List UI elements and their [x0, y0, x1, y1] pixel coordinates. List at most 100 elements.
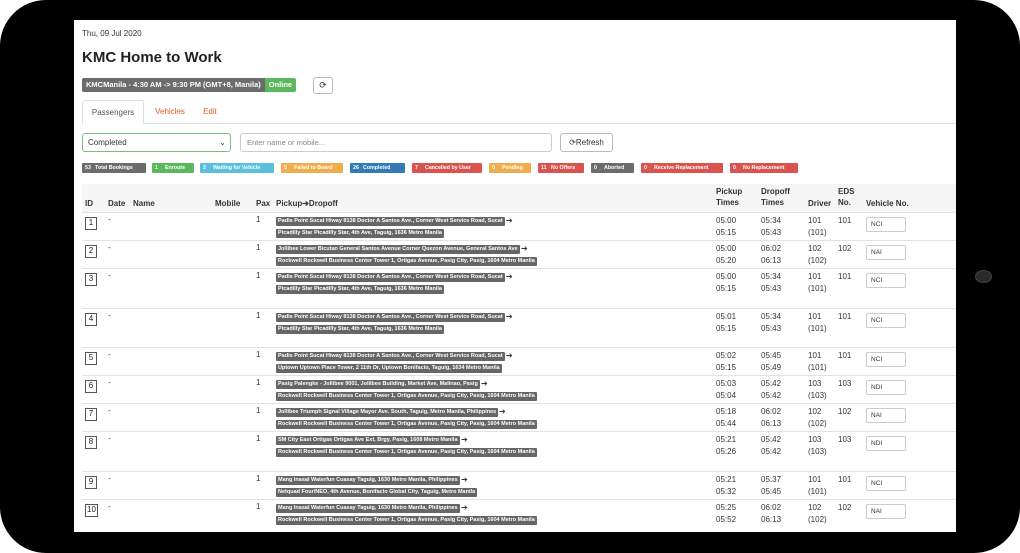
vehicle-number-input[interactable]: NAI	[866, 245, 906, 260]
pickup-time-start: 05:00	[716, 272, 737, 281]
booking-id-link[interactable]: 4	[85, 313, 97, 326]
dropoff-time-end: 05:43	[761, 324, 782, 333]
arrow-right-icon: ➔	[499, 407, 506, 416]
vehicle-number-input[interactable]: NCI	[866, 273, 906, 288]
booking-id-link[interactable]: 9	[85, 476, 97, 489]
badge-count: 53	[85, 165, 91, 171]
pickup-time-start: 05:00	[716, 216, 737, 225]
row-pax: 1	[256, 215, 261, 224]
col-date: Date	[108, 199, 126, 208]
vehicle-number-input[interactable]: NAI	[866, 504, 906, 519]
status-badge: 11 No Offers	[538, 163, 584, 173]
vehicle-number-input[interactable]: NCI	[866, 217, 906, 232]
badge-count: 0	[594, 165, 597, 171]
sync-button[interactable]: ⟳	[313, 77, 333, 94]
badge-label: Cancelled by User	[425, 165, 471, 171]
pickup-time-start: 05:02	[716, 351, 737, 360]
dropoff-time-end: 05:42	[761, 391, 782, 400]
refresh-button[interactable]: ⟳Refresh	[560, 133, 613, 152]
shift-info: KMCManila - 4:30 AM -> 9:30 PM (GMT+8, M…	[82, 78, 297, 92]
pickup-location-badge: Padis Point Sucat Hiway 8138 Doctor A Sa…	[276, 273, 505, 282]
tab-vehicles[interactable]: Vehicles	[152, 100, 188, 124]
refresh-icon: ⟳	[319, 80, 327, 90]
badge-label: Waiting for Vehicle	[213, 165, 261, 171]
booking-id-link[interactable]: 5	[85, 352, 97, 365]
row-pax: 1	[256, 378, 261, 387]
booking-id-link[interactable]: 1	[85, 217, 97, 230]
status-badge: Online	[264, 78, 297, 92]
table-row: 6 - 1 Pasig Palengke - Jollibee 9001, Jolli…	[82, 375, 956, 403]
dropoff-time-end: 06:13	[761, 515, 782, 524]
pickup-location-badge: Pasig Palengke - Jollibee 9001, Jollibee…	[276, 380, 480, 389]
badge-count: 26	[353, 165, 359, 171]
badge-count: 0	[644, 165, 647, 171]
vehicle-number-input[interactable]: NCI	[866, 476, 906, 491]
pickup-time-end: 05:15	[716, 324, 737, 333]
pickup-location-badge: Padis Point Sucat Hiway 8138 Doctor A Sa…	[276, 217, 505, 226]
booking-id-link[interactable]: 8	[85, 436, 97, 449]
pickup-time-end: 05:04	[716, 391, 737, 400]
row-pax: 1	[256, 502, 261, 511]
arrow-right-icon: ➔	[461, 435, 468, 444]
vehicle-number-input[interactable]: NCI	[866, 352, 906, 367]
tab-edit[interactable]: Edit	[200, 100, 220, 124]
driver-code: (101)	[808, 324, 827, 333]
table-row: 3 - 1 Padis Point Sucat Hiway 8138 Doctor A…	[82, 268, 956, 308]
driver-code: (102)	[808, 256, 827, 265]
pickup-location-badge: Padis Point Sucat Hiway 8138 Doctor A Sa…	[276, 313, 505, 322]
dropoff-time-start: 06:02	[761, 244, 782, 253]
booking-id-link[interactable]: 6	[85, 380, 97, 393]
status-badge: 0 Aborted	[591, 163, 634, 173]
col-dropoff-times: Dropoff Times	[761, 187, 790, 207]
badge-count: 11	[541, 165, 547, 171]
row-pax: 1	[256, 243, 261, 252]
pickup-location-badge: SM City East Ortigas Ortigas Ave Ext, Br…	[276, 436, 460, 445]
row-date: -	[108, 215, 111, 224]
row-pax: 1	[256, 271, 261, 280]
table-row: 8 - 1 SM City East Ortigas Ortigas Ave Ext,…	[82, 431, 956, 471]
dropoff-time-end: 06:13	[761, 256, 782, 265]
dropoff-location-badge: Rockwell Rockwell Business Center Tower …	[276, 420, 537, 429]
page-date: Thu, 09 Jul 2020	[82, 29, 142, 38]
booking-id-link[interactable]: 7	[85, 408, 97, 421]
pickup-location-badge: Padis Point Sucat Hiway 8138 Doctor A Sa…	[276, 352, 505, 361]
tab-passengers[interactable]: Passengers	[82, 100, 144, 124]
status-badge: 53 Total Bookings	[82, 163, 146, 173]
driver-number: 103	[808, 435, 822, 444]
dropoff-location-badge: Netquad Four/NEO, 4th Avenue, Bonifacio …	[276, 488, 478, 497]
search-input[interactable]: Enter name or mobile...	[240, 133, 552, 152]
table-row: 7 - 1 Jollibee Triumph Signal Village Mayor…	[82, 403, 956, 431]
vehicle-number-input[interactable]: NCI	[866, 313, 906, 328]
badge-label: No Replacement	[743, 165, 785, 171]
col-id: ID	[85, 199, 93, 208]
row-pax: 1	[256, 311, 261, 320]
vehicle-number-input[interactable]: NAI	[866, 408, 906, 423]
vehicle-number-input[interactable]: NDI	[866, 380, 906, 395]
app-screen: Thu, 09 Jul 2020 KMC Home to Work KMCMan…	[74, 20, 956, 532]
status-badge: 5 Failed to Board	[281, 163, 343, 173]
booking-id-link[interactable]: 3	[85, 273, 97, 286]
row-date: -	[108, 474, 111, 483]
badge-count: 1	[155, 165, 158, 171]
row-date: -	[108, 311, 111, 320]
arrow-right-icon: ➔	[506, 312, 513, 321]
pickup-location-badge: Mang Inasal Waterfun Cuasay Taguig, 1630…	[276, 504, 460, 513]
driver-number: 101	[808, 351, 822, 360]
badge-label: Failed to Board	[294, 165, 333, 171]
booking-id-link[interactable]: 2	[85, 245, 97, 258]
dropoff-time-end: 05:43	[761, 228, 782, 237]
eds-number: 103	[838, 379, 852, 388]
driver-code: (101)	[808, 363, 827, 372]
eds-number: 101	[838, 475, 852, 484]
status-badge: 26 Completed	[350, 163, 405, 173]
driver-number: 101	[808, 312, 822, 321]
booking-id-link[interactable]: 10	[85, 504, 98, 517]
vehicle-number-input[interactable]: NDI	[866, 436, 906, 451]
shift-label: KMCManila - 4:30 AM -> 9:30 PM (GMT+8, M…	[82, 78, 265, 92]
status-filter-select[interactable]: Completed ⌄	[82, 133, 231, 152]
eds-number: 102	[838, 407, 852, 416]
driver-number: 102	[808, 407, 822, 416]
status-badge: 1 Enroute	[152, 163, 194, 173]
eds-number: 102	[838, 244, 852, 253]
badge-label: Enroute	[165, 165, 186, 171]
